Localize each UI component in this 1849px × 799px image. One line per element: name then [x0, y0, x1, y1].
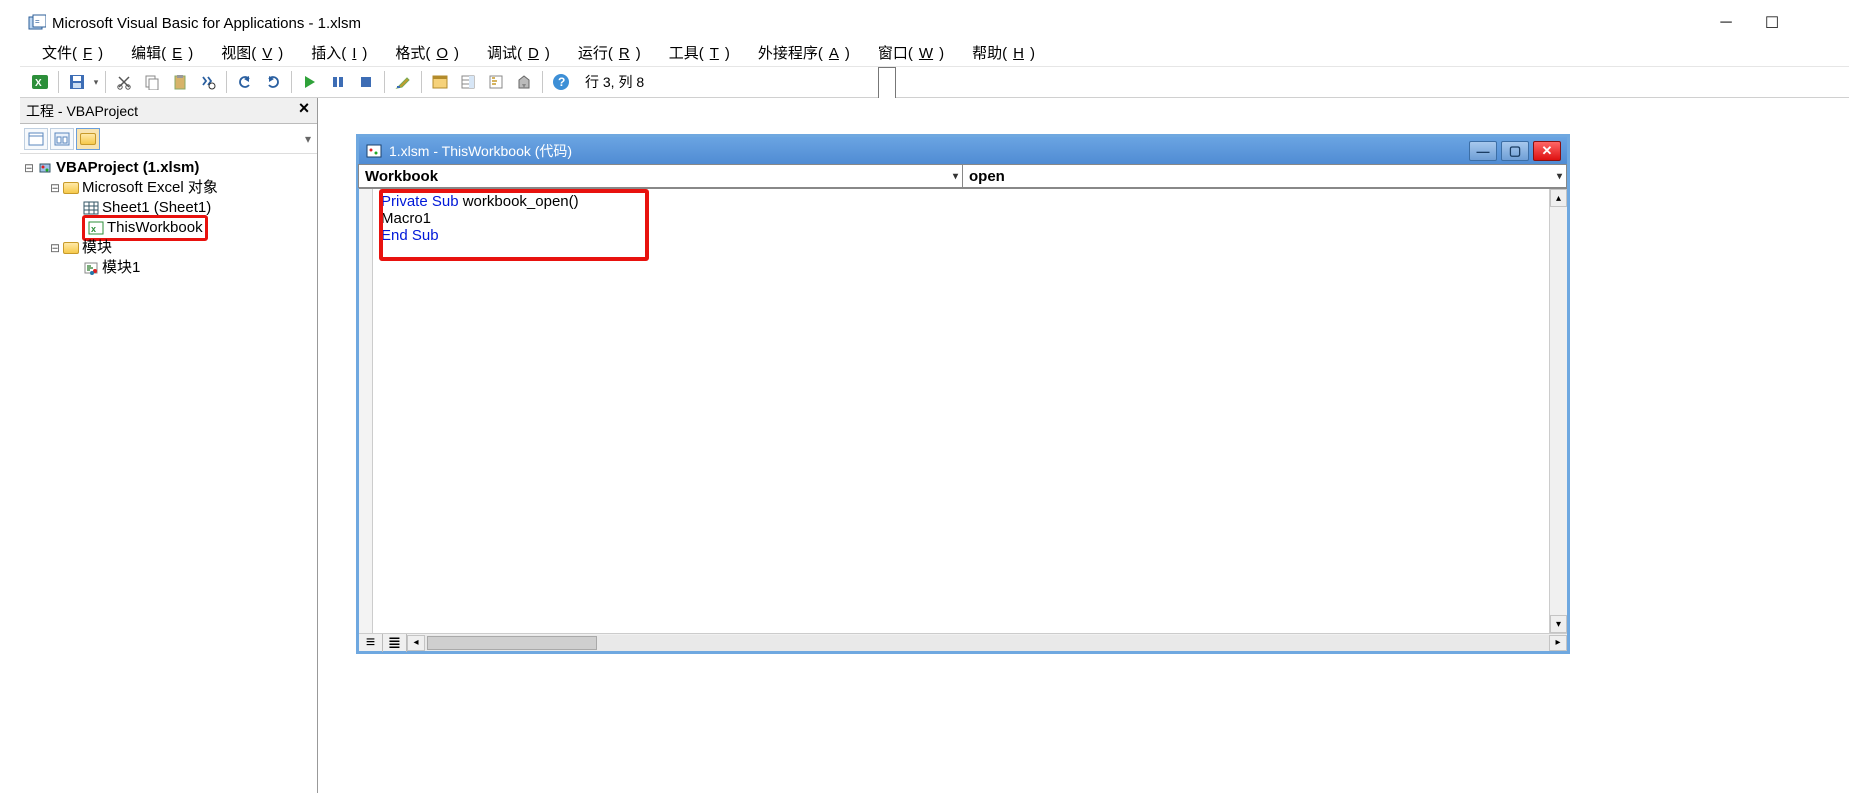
toggle-folders-button[interactable]	[76, 128, 100, 150]
margin-indicator	[359, 189, 373, 633]
menu-view[interactable]: 视图(V)	[209, 40, 295, 65]
close-button[interactable]	[1795, 9, 1841, 37]
code-editor[interactable]: Private Sub workbook_open() Macro1 End S…	[359, 189, 1567, 633]
code-window-icon	[365, 143, 383, 159]
project-explorer-close-icon[interactable]: ×	[295, 100, 313, 118]
menu-bar: 文件(F) 编辑(E) 视图(V) 插入(I) 格式(O) 调试(D) 运行(R…	[20, 38, 1849, 66]
menu-help[interactable]: 帮助(H)	[960, 40, 1047, 65]
design-mode-button[interactable]	[390, 69, 416, 95]
menu-file[interactable]: 文件(F)	[30, 40, 115, 65]
redo-button[interactable]	[260, 69, 286, 95]
horizontal-scrollbar[interactable]: ≡ ≣ ◂ ▸	[359, 633, 1567, 651]
find-button[interactable]	[195, 69, 221, 95]
help-button[interactable]: ?	[548, 69, 574, 95]
vba-project-icon	[36, 160, 54, 176]
tree-thisworkbook[interactable]: x ThisWorkbook	[22, 218, 315, 238]
copy-button[interactable]	[139, 69, 165, 95]
menu-addins[interactable]: 外接程序(A)	[746, 40, 862, 65]
view-object-button[interactable]	[50, 128, 74, 150]
scroll-up-icon[interactable]: ▴	[1550, 189, 1567, 207]
tree-module1[interactable]: 模块1	[22, 258, 315, 278]
cursor-position: 行 3, 列 8	[575, 72, 654, 92]
menu-window[interactable]: 窗口(W)	[866, 40, 956, 65]
paste-button[interactable]	[167, 69, 193, 95]
code-text[interactable]: Private Sub workbook_open() Macro1 End S…	[373, 189, 1549, 248]
menu-tools[interactable]: 工具(T)	[657, 40, 742, 65]
code-window-close[interactable]: ✕	[1533, 141, 1561, 161]
separator	[542, 71, 543, 93]
scroll-right-icon[interactable]: ▸	[1549, 635, 1567, 651]
menu-insert[interactable]: 插入(I)	[299, 40, 379, 65]
code-window-maximize[interactable]: ▢	[1501, 141, 1529, 161]
folder-icon	[62, 180, 80, 196]
toolbox-button[interactable]	[511, 69, 537, 95]
view-code-button[interactable]	[24, 128, 48, 150]
procedure-combo[interactable]: open▾	[962, 164, 1567, 188]
project-explorer: 工程 - VBAProject × ▾ ⊟ VBAProject (1.xlsm…	[20, 98, 318, 793]
cut-button[interactable]	[111, 69, 137, 95]
app-title: Microsoft Visual Basic for Applications …	[52, 15, 361, 32]
view-excel-button[interactable]: X	[27, 69, 53, 95]
toolbar: X ▾ ? 行 3, 列 8	[20, 66, 1849, 98]
code-window-title-bar[interactable]: 1.xlsm - ThisWorkbook (代码) — ▢ ✕	[359, 137, 1567, 165]
menu-edit[interactable]: 编辑(E)	[119, 40, 205, 65]
tree-modules[interactable]: ⊟ 模块	[22, 238, 315, 258]
scroll-left-icon[interactable]: ◂	[407, 635, 425, 651]
break-button[interactable]	[325, 69, 351, 95]
separator	[421, 71, 422, 93]
menu-debug[interactable]: 调试(D)	[475, 40, 562, 65]
minimize-button[interactable]: ─	[1703, 9, 1749, 37]
code-window-minimize[interactable]: —	[1469, 141, 1497, 161]
reset-button[interactable]	[353, 69, 379, 95]
object-combo[interactable]: Workbook▾	[358, 164, 963, 188]
code-combos: Workbook▾ open▾	[359, 165, 1567, 189]
project-explorer-title: 工程 - VBAProject ×	[20, 98, 317, 124]
code-window: 1.xlsm - ThisWorkbook (代码) — ▢ ✕ Workboo…	[356, 134, 1570, 654]
separator	[384, 71, 385, 93]
h-scroll-thumb[interactable]	[427, 636, 597, 650]
svg-text:x: x	[91, 224, 96, 234]
vertical-scrollbar[interactable]: ▴ ▾	[1549, 189, 1567, 633]
properties-button[interactable]	[455, 69, 481, 95]
separator	[291, 71, 292, 93]
save-dropdown[interactable]: ▾	[91, 77, 101, 88]
sheet-icon	[82, 200, 100, 216]
project-toolbar-overflow[interactable]: ▾	[305, 132, 311, 146]
workbook-icon: x	[87, 220, 105, 236]
run-button[interactable]	[297, 69, 323, 95]
save-button[interactable]	[64, 69, 90, 95]
project-explorer-toolbar: ▾	[20, 124, 317, 154]
tree-excel-objects[interactable]: ⊟ Microsoft Excel 对象	[22, 178, 315, 198]
menu-format[interactable]: 格式(O)	[383, 40, 471, 65]
project-tree[interactable]: ⊟ VBAProject (1.xlsm) ⊟ Microsoft Excel …	[20, 154, 317, 793]
module-icon	[82, 260, 100, 276]
app-icon: =	[28, 14, 46, 32]
svg-text:=: =	[35, 17, 40, 26]
folder-icon	[62, 240, 80, 256]
scroll-down-icon[interactable]: ▾	[1550, 615, 1567, 633]
undo-button[interactable]	[232, 69, 258, 95]
menu-run[interactable]: 运行(R)	[566, 40, 653, 65]
object-browser-button[interactable]	[483, 69, 509, 95]
procedure-view-button[interactable]: ≡	[359, 634, 383, 652]
separator	[58, 71, 59, 93]
separator	[226, 71, 227, 93]
svg-text:X: X	[35, 78, 42, 89]
title-bar: = Microsoft Visual Basic for Application…	[20, 8, 1849, 38]
mdi-area: 1.xlsm - ThisWorkbook (代码) — ▢ ✕ Workboo…	[318, 98, 1849, 793]
tree-root[interactable]: ⊟ VBAProject (1.xlsm)	[22, 158, 315, 178]
maximize-button[interactable]: ☐	[1749, 9, 1795, 37]
full-module-view-button[interactable]: ≣	[383, 634, 407, 652]
svg-text:?: ?	[558, 75, 565, 89]
separator	[105, 71, 106, 93]
project-explorer-button[interactable]	[427, 69, 453, 95]
